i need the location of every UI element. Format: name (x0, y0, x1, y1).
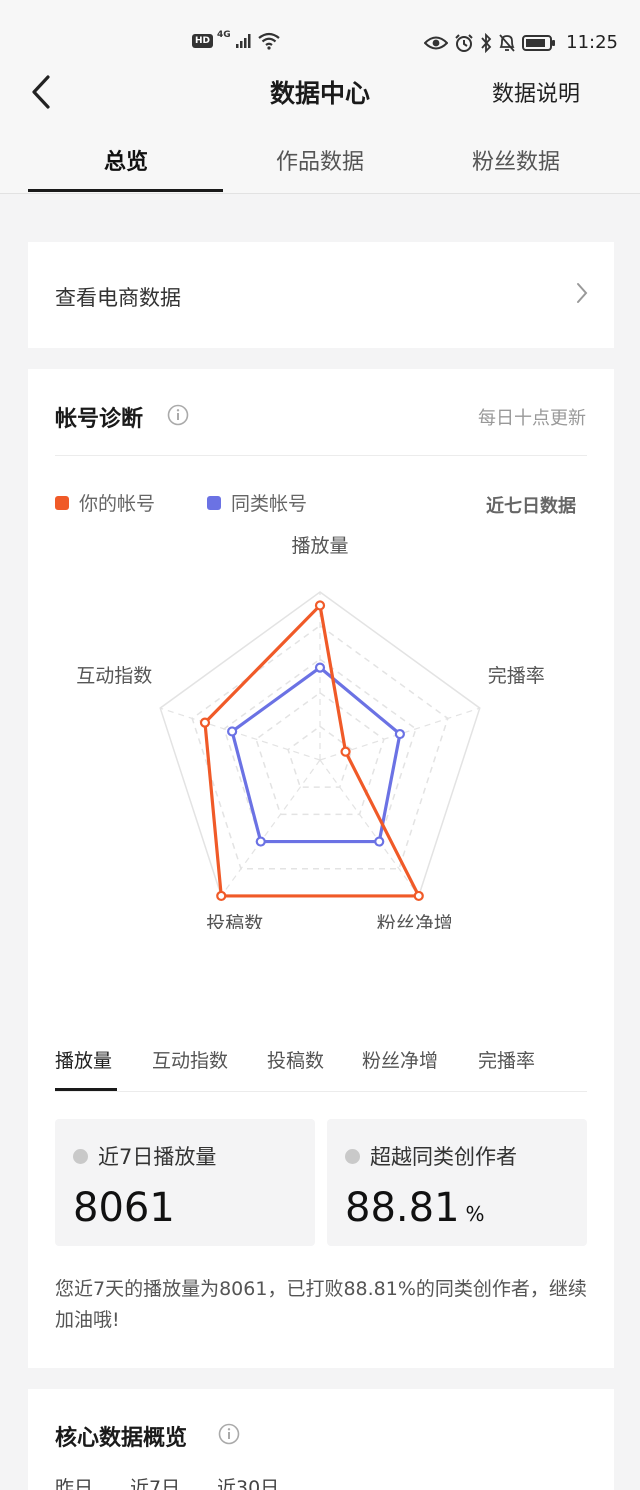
tab-works-data[interactable]: 作品数据 (222, 144, 418, 176)
range-tab-yesterday[interactable]: 昨日 (55, 1473, 93, 1490)
mute-icon (499, 33, 515, 52)
stat-unit: % (465, 1202, 485, 1226)
alarm-icon (455, 33, 473, 52)
active-metric-indicator (55, 1088, 117, 1091)
bluetooth-icon (481, 32, 492, 53)
legend-swatch (55, 495, 69, 510)
update-note: 每日十点更新 (478, 408, 586, 429)
metric-tab-interaction[interactable]: 互动指数 (152, 1046, 228, 1073)
stat-number: 88.81 (345, 1185, 460, 1231)
stat-label-text: 超越同类创作者 (370, 1145, 517, 1169)
hd-badge: HD (192, 34, 214, 48)
legend-peer-account: 同类帐号 (207, 489, 307, 516)
radar-data-point (314, 662, 326, 673)
stat-label-text: 近7日播放量 (98, 1145, 217, 1169)
data-explanation-link[interactable]: 数据说明 (492, 76, 580, 108)
radar-data-point (227, 726, 238, 737)
active-tab-indicator (28, 189, 223, 192)
stat-value: 8061 (73, 1185, 175, 1231)
radar-data-point (216, 890, 227, 902)
radar-axis-line (160, 707, 321, 761)
radar-axis-label: 粉丝净增 (377, 913, 453, 929)
back-button[interactable] (26, 72, 56, 112)
network-indicators: HD 4G (192, 30, 281, 50)
radar-axis-label: 互动指数 (76, 665, 152, 687)
radar-axis-line (220, 759, 321, 897)
chevron-left-icon (32, 75, 50, 109)
tab-fans-data[interactable]: 粉丝数据 (418, 144, 614, 176)
diagnosis-title: 帐号诊断 (55, 407, 144, 432)
stat-dot (345, 1148, 360, 1164)
legend-your-account: 你的帐号 (55, 489, 155, 516)
metric-tab-fans-growth[interactable]: 粉丝净增 (362, 1046, 438, 1073)
info-icon[interactable] (167, 404, 189, 426)
signal-icon (235, 34, 251, 48)
legend-label: 你的帐号 (79, 493, 156, 515)
legend-swatch (207, 495, 221, 510)
divider (55, 455, 587, 456)
radar-chart: 播放量完播率粉丝净增 投稿数 互动指数 (28, 529, 614, 929)
stat-label: 近7日播放量 (73, 1141, 216, 1171)
info-icon[interactable] (218, 1423, 240, 1445)
radar-data-point (255, 836, 266, 847)
stat-number: 8061 (73, 1185, 175, 1231)
radar-data-point (199, 717, 211, 728)
core-data-card: 核心数据概览 昨日 近7日 近30日 (28, 1389, 614, 1490)
range-label: 近七日数据 (486, 496, 576, 517)
stat-dot (73, 1148, 88, 1164)
radar-data-point (340, 746, 351, 757)
account-diagnosis-card: 帐号诊断 每日十点更新 你的帐号 同类帐号 近七日数据 播放量 完播率 粉丝净增 投稿… (28, 369, 614, 1368)
metric-tab-completion[interactable]: 完播率 (478, 1046, 535, 1073)
radar-axis-label: 完播率 (488, 665, 545, 687)
radar-data-point (413, 890, 424, 902)
eye-icon (424, 36, 449, 49)
system-indicators: 11:25 (424, 32, 618, 53)
wifi-icon (257, 32, 280, 50)
range-tab-30days[interactable]: 近30日 (217, 1473, 279, 1490)
stat-7day-plays: 近7日播放量 8061 (55, 1119, 315, 1246)
range-tab-7days[interactable]: 近7日 (130, 1473, 180, 1490)
metric-tab-posts[interactable]: 投稿数 (267, 1046, 324, 1073)
radar-axis-label: 投稿数 (206, 913, 263, 929)
metric-tab-plays[interactable]: 播放量 (55, 1046, 112, 1073)
radar-data-point (314, 600, 326, 611)
legend-label: 同类帐号 (231, 493, 308, 515)
metric-tabs: 播放量 互动指数 投稿数 粉丝净增 完播率 (55, 1044, 587, 1092)
tab-overview[interactable]: 总览 (28, 144, 224, 176)
ecommerce-entry[interactable]: 查看电商数据 (28, 242, 614, 348)
stat-value: 88.81% (345, 1185, 485, 1231)
network-type: 4G (217, 30, 231, 40)
radar-axis-label: 播放量 (291, 535, 348, 557)
radar-axis-line (319, 759, 420, 897)
clock: 11:25 (566, 32, 618, 53)
core-data-title: 核心数据概览 (55, 1426, 188, 1451)
radar-chart-svg: 播放量完播率粉丝净增 投稿数 互动指数 (76, 535, 545, 929)
status-bar: HD 4G 11:25 (0, 0, 640, 64)
diagnosis-summary: 您近7天的播放量为8061，已打败88.81%的同类创作者，继续加油哦! (55, 1278, 587, 1331)
nav-bar: 数据中心 数据说明 (0, 64, 640, 120)
ecommerce-label: 查看电商数据 (55, 286, 181, 310)
radar-data-point (394, 728, 405, 740)
radar-series-outline (230, 666, 402, 844)
stat-beat-peers: 超越同类创作者 88.81% (327, 1119, 587, 1246)
stat-label: 超越同类创作者 (345, 1141, 517, 1171)
chevron-right-icon (577, 283, 588, 303)
battery-icon (522, 34, 556, 51)
top-tabs: 总览 作品数据 粉丝数据 (0, 120, 640, 194)
radar-data-point (374, 836, 385, 847)
